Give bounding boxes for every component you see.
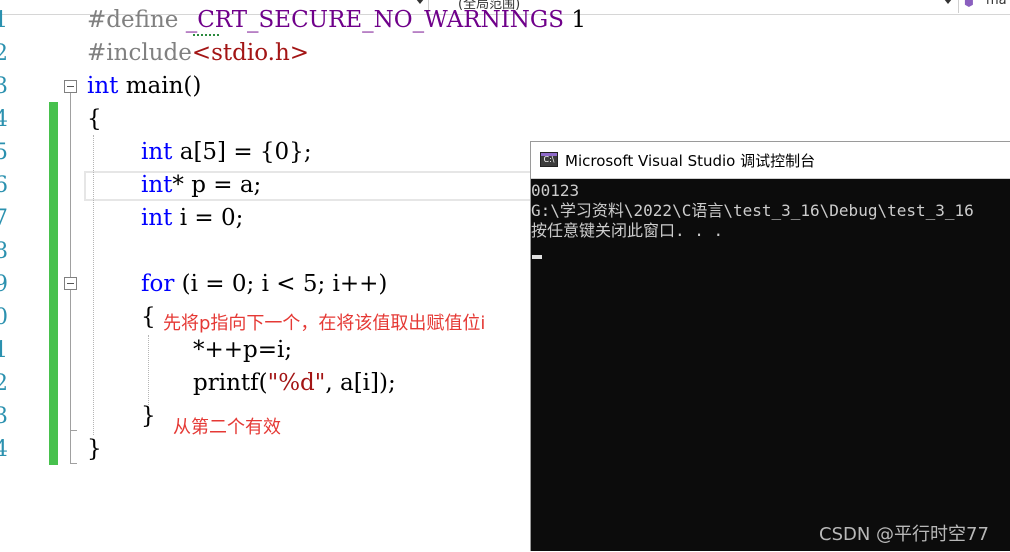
watermark: CSDN @平行时空77 [819, 524, 989, 545]
line-number: 3 [0, 404, 8, 429]
preprocessor-directive: #include [87, 40, 192, 66]
annotation-note-1: 先将p指向下一个，在将该值取出赋值位i [163, 313, 486, 334]
code-line-4: 4 { [0, 103, 1010, 136]
brace: } [87, 436, 102, 462]
line-number: 4 [0, 107, 8, 132]
call-args: , a[i]); [325, 370, 396, 396]
line-number: 4 [0, 437, 8, 462]
debug-console-window[interactable]: C:\ Microsoft Visual Studio 调试控制台 00123 … [530, 141, 1010, 551]
preprocessor-directive: #define [87, 7, 186, 33]
macro-name: _CRT_SECURE_NO_WARNINGS [185, 7, 565, 33]
line-number: 1 [0, 8, 8, 33]
console-output-line: 00123 [531, 181, 580, 200]
brace: } [141, 403, 156, 429]
line-number: 6 [0, 173, 8, 198]
console-title: Microsoft Visual Studio 调试控制台 [565, 152, 816, 170]
statement: *++p=i; [193, 337, 293, 363]
keyword: int [141, 172, 173, 198]
keyword: int [141, 205, 173, 231]
code-line-2: 2 #include<stdio.h> [0, 37, 1010, 70]
statement: * p = a; [172, 172, 262, 198]
console-output-area[interactable]: 00123 G:\学习资料\2022\C语言\test_3_16\Debug\t… [531, 180, 1010, 552]
console-cursor [532, 255, 542, 259]
console-app-icon: C:\ [540, 152, 558, 167]
code-line-3: 3 int main() [0, 70, 1010, 103]
code-line-1: 1 #define _CRT_SECURE_NO_WARNINGS 1 [0, 4, 1010, 37]
statement: a[5] = {0}; [172, 139, 312, 165]
line-number: 1 [0, 338, 8, 363]
include-header: <stdio.h> [191, 40, 310, 66]
line-number: 5 [0, 140, 8, 165]
format-string: "%d" [267, 370, 326, 396]
warning-squiggle [193, 30, 219, 36]
console-output-line: G:\学习资料\2022\C语言\test_3_16\Debug\test_3_… [531, 201, 974, 220]
keyword: int [141, 139, 173, 165]
line-number: 0 [0, 305, 8, 330]
line-number: 3 [0, 74, 8, 99]
keyword: for [141, 271, 175, 297]
function-call: printf( [193, 370, 268, 396]
console-title-bar[interactable]: C:\ Microsoft Visual Studio 调试控制台 [531, 142, 1010, 179]
line-number: 8 [0, 239, 8, 264]
line-number: 2 [0, 371, 8, 396]
console-output-line: 按任意键关闭此窗口. . . [531, 221, 724, 240]
statement: i = 0; [172, 205, 244, 231]
function-signature: main() [118, 73, 202, 99]
keyword: int [87, 73, 119, 99]
line-number: 2 [0, 41, 8, 66]
brace: { [87, 106, 102, 132]
line-number: 7 [0, 206, 8, 231]
line-number: 9 [0, 272, 8, 297]
macro-value: 1 [564, 7, 586, 33]
brace: { [141, 304, 156, 330]
loop-header: (i = 0; i < 5; i++) [174, 271, 388, 297]
